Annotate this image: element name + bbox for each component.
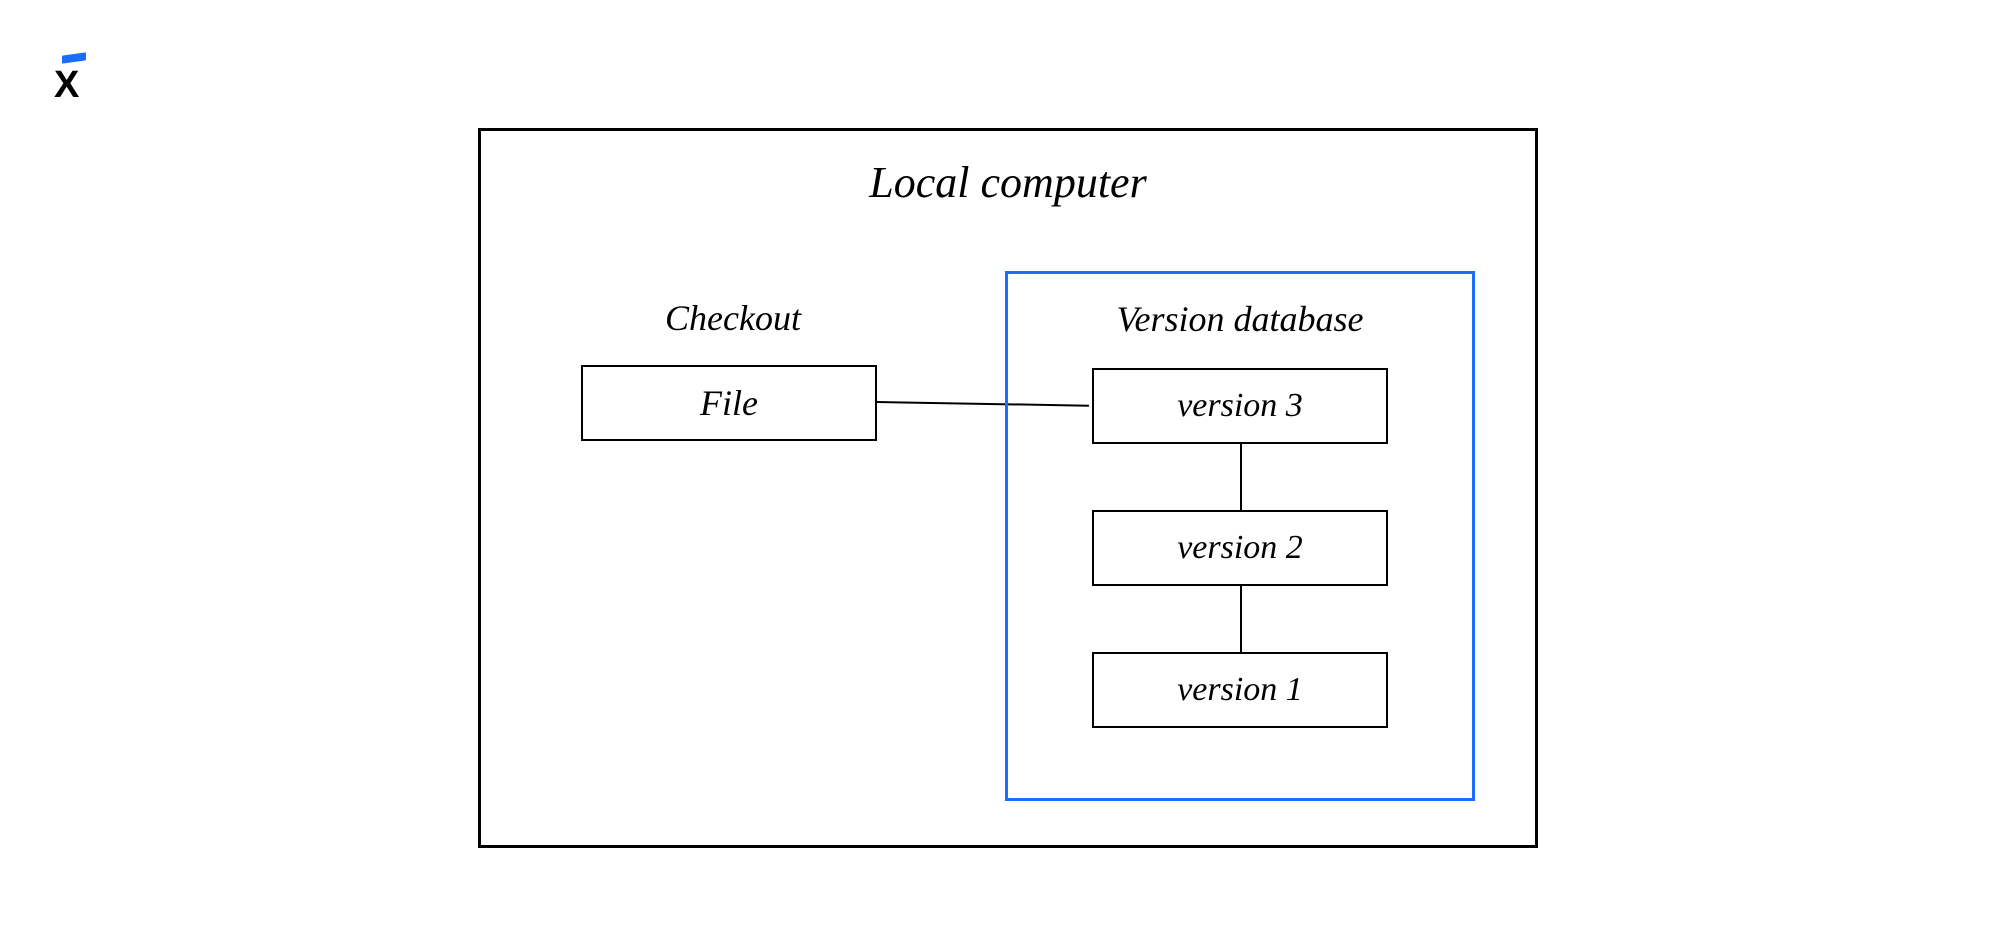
version-label: version 2 xyxy=(1177,529,1303,567)
diagram-title: Local computer xyxy=(481,157,1535,208)
version-box-1: version 1 xyxy=(1092,652,1388,728)
local-computer-container: Local computer Checkout File Version dat… xyxy=(478,128,1538,848)
file-label: File xyxy=(700,382,758,424)
logo: X xyxy=(54,54,94,98)
version-box-2: version 2 xyxy=(1092,510,1388,586)
logo-cap-icon xyxy=(62,52,86,63)
logo-letter: X xyxy=(54,64,77,107)
version-label: version 1 xyxy=(1177,671,1303,709)
checkout-title: Checkout xyxy=(603,297,863,339)
database-title: Version database xyxy=(1008,298,1472,340)
connector-v3-to-v2 xyxy=(1240,444,1242,510)
version-database-container: Version database version 3 version 2 ver… xyxy=(1005,271,1475,801)
connector-v2-to-v1 xyxy=(1240,586,1242,652)
version-box-3: version 3 xyxy=(1092,368,1388,444)
version-label: version 3 xyxy=(1177,387,1303,425)
file-box: File xyxy=(581,365,877,441)
